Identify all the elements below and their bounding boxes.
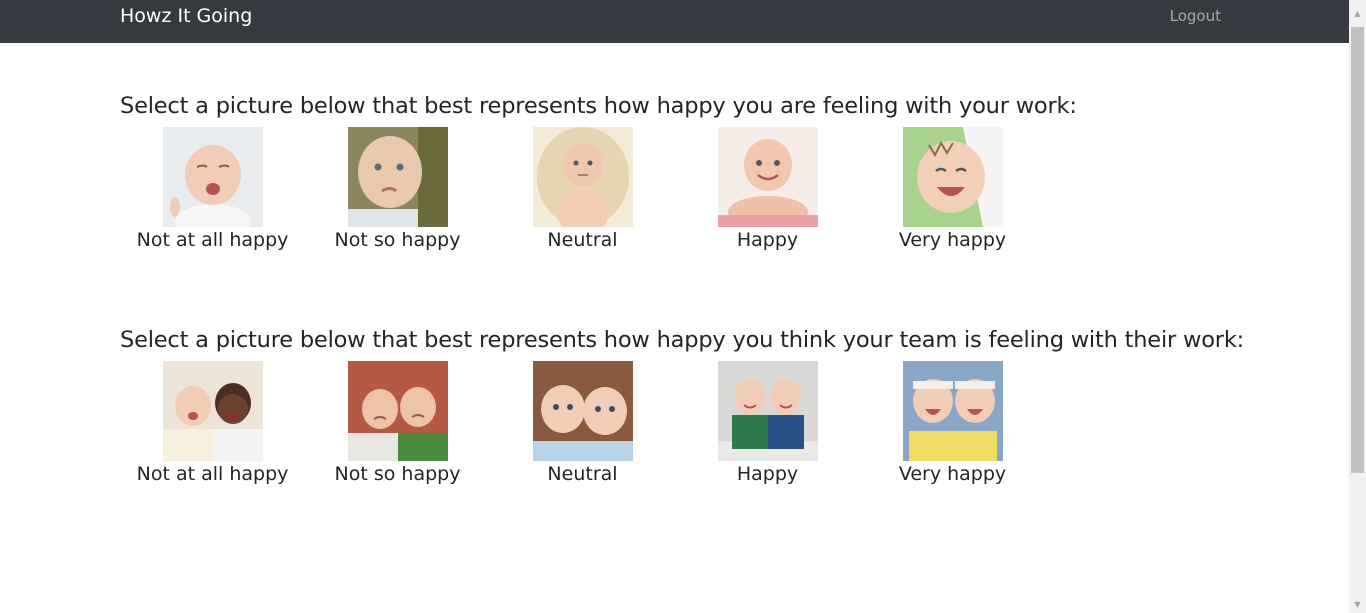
work-happiness-question: Select a picture below that best represe… — [120, 93, 1077, 119]
crying-twins-photo[interactable] — [162, 361, 263, 461]
option-label: Neutral — [547, 229, 618, 251]
laughing-baby-photo[interactable] — [902, 127, 1003, 227]
smiling-twins-photo[interactable] — [717, 361, 818, 461]
option-very-happy[interactable]: Very happy — [860, 127, 1045, 253]
work-happiness-section: Select a picture below that best represe… — [120, 92, 1320, 253]
team-happiness-question: Select a picture below that best represe… — [120, 327, 1245, 353]
scrollbar-thumb[interactable] — [1351, 27, 1364, 473]
neutral-twins-photo[interactable] — [532, 361, 633, 461]
vertical-scrollbar[interactable]: ▲ ▼ — [1349, 0, 1366, 613]
scroll-up-arrow-icon[interactable]: ▲ — [1349, 5, 1366, 22]
frowning-twins-photo[interactable] — [347, 361, 448, 461]
option-label: Neutral — [547, 463, 618, 485]
option-happy[interactable]: Happy — [675, 127, 860, 253]
option-neutral[interactable]: Neutral — [490, 361, 675, 487]
option-very-happy[interactable]: Very happy — [860, 361, 1045, 487]
brand-link[interactable]: Howz It Going — [120, 4, 252, 28]
option-not-so-happy[interactable]: Not so happy — [305, 127, 490, 253]
option-label: Not at all happy — [136, 229, 289, 251]
option-label: Very happy — [898, 229, 1007, 251]
option-label: Happy — [736, 463, 799, 485]
option-label: Not so happy — [334, 229, 461, 251]
work-happiness-options: Not at all happy Not so happy Neutral Ha… — [120, 120, 1320, 253]
option-neutral[interactable]: Neutral — [490, 127, 675, 253]
smiling-baby-photo[interactable] — [717, 127, 818, 227]
option-label: Very happy — [898, 463, 1007, 485]
laughing-twins-photo[interactable] — [902, 361, 1003, 461]
navbar: Howz It Going Logout — [0, 0, 1349, 43]
team-happiness-options: Not at all happy Not so happy Neutral Ha… — [120, 354, 1320, 487]
option-not-at-all-happy[interactable]: Not at all happy — [120, 127, 305, 253]
option-happy[interactable]: Happy — [675, 361, 860, 487]
option-label: Not at all happy — [136, 463, 289, 485]
crying-baby-photo[interactable] — [162, 127, 263, 227]
pouting-baby-photo[interactable] — [347, 127, 448, 227]
option-label: Not so happy — [334, 463, 461, 485]
logout-link[interactable]: Logout — [1170, 6, 1221, 26]
neutral-baby-photo[interactable] — [532, 127, 633, 227]
option-label: Happy — [736, 229, 799, 251]
option-not-at-all-happy[interactable]: Not at all happy — [120, 361, 305, 487]
team-happiness-section: Select a picture below that best represe… — [120, 326, 1320, 487]
scroll-down-arrow-icon[interactable]: ▼ — [1349, 596, 1366, 613]
option-not-so-happy[interactable]: Not so happy — [305, 361, 490, 487]
